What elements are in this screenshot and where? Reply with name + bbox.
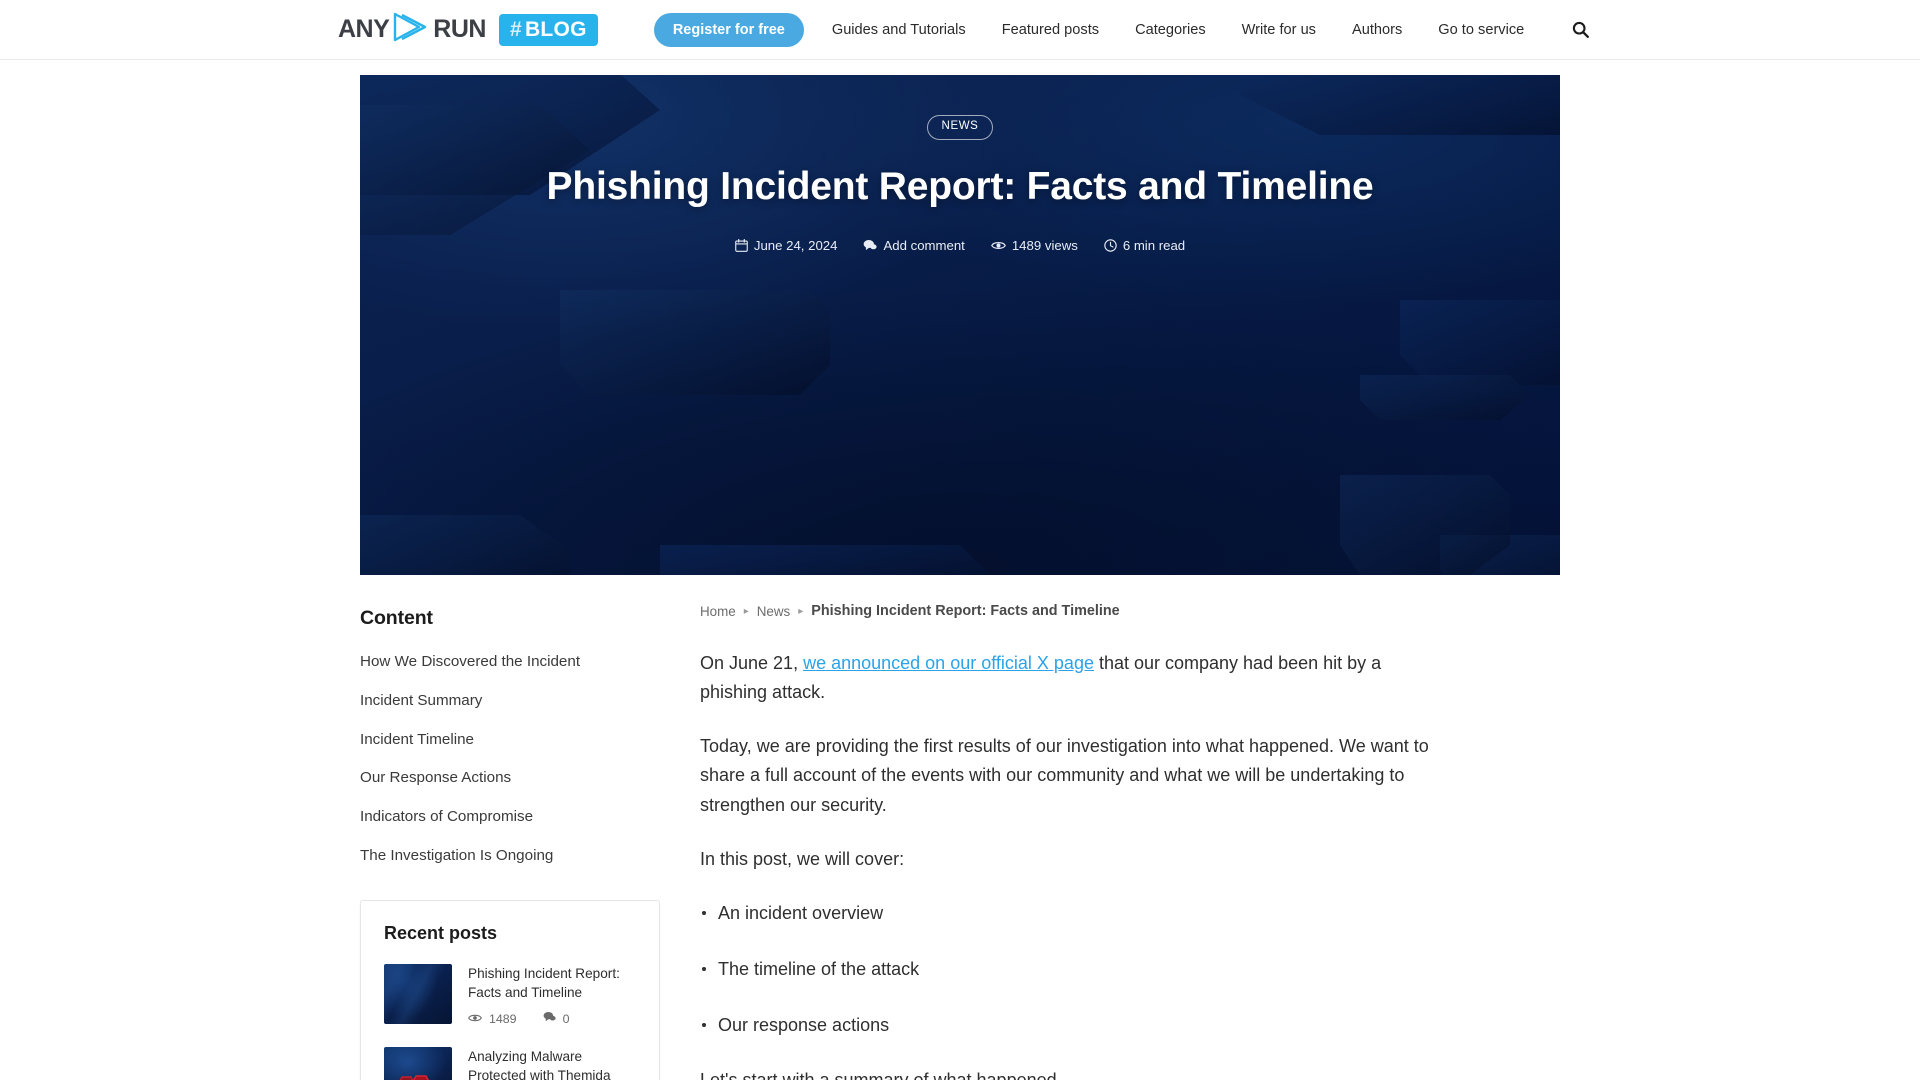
page-content-wrapper: Content How We Discovered the Incident I… xyxy=(360,575,1560,1080)
list-item: Incident Timeline xyxy=(360,730,660,750)
recent-posts-title: Recent posts xyxy=(384,922,498,943)
nav-item-categories[interactable]: Categories xyxy=(1135,16,1206,44)
list-item: The timeline of the attack xyxy=(700,955,1560,984)
breadcrumb-current: Phishing Incident Report: Facts and Time… xyxy=(811,603,1120,619)
clock-icon xyxy=(1104,238,1117,252)
post-views: 1489 views xyxy=(990,237,1078,253)
post-thumbnail[interactable] xyxy=(384,1047,452,1080)
sidebar: Content How We Discovered the Incident I… xyxy=(360,601,660,1080)
list-item: How We Discovered the Incident xyxy=(360,652,660,672)
post-meta-bar: June 24, 2024 Add comment 1489 views 6 m… xyxy=(360,238,1560,253)
nav-item-featured-posts[interactable]: Featured posts xyxy=(1002,16,1099,44)
chevron-right-icon: ▸ xyxy=(798,605,804,617)
post-read-time: 6 min read xyxy=(1104,238,1185,253)
recent-posts-widget: Recent posts Phishing Incident Report: F… xyxy=(360,899,660,1080)
recent-post-title[interactable]: Analyzing Malware Protected with Themida… xyxy=(468,1047,636,1080)
main-navigation: Register for free Guides and Tutorials F… xyxy=(653,12,1593,47)
table-of-contents: How We Discovered the Incident Incident … xyxy=(360,652,660,866)
list-item: Indicators of Compromise xyxy=(360,807,660,827)
list-item: Our response actions xyxy=(700,1011,1560,1040)
article-bullet-list: An incident overview The timeline of the… xyxy=(700,899,1560,1039)
list-item[interactable]: Phishing Incident Report: Facts and Time… xyxy=(384,963,636,1027)
article-paragraph-4: Let's start with a summary of what happe… xyxy=(700,1066,1430,1080)
recent-post-meta: 1489 0 xyxy=(468,1011,636,1026)
comment-bubble-icon xyxy=(863,239,878,252)
site-logo[interactable]: ANY RUN # BLOG xyxy=(338,12,598,47)
post-date-label: June 24, 2024 xyxy=(753,237,838,253)
logo-text-run: RUN xyxy=(433,15,486,43)
blog-badge[interactable]: # BLOG xyxy=(498,13,598,46)
eye-icon xyxy=(468,1012,482,1026)
eye-icon xyxy=(990,240,1006,251)
recent-post-views-count: 1489 xyxy=(489,1011,517,1026)
post-views-label: 1489 views xyxy=(1011,237,1078,253)
post-date: June 24, 2024 xyxy=(735,237,838,253)
post-read-time-label: 6 min read xyxy=(1122,237,1186,253)
article-paragraph-3: In this post, we will cover: xyxy=(700,848,905,869)
post-thumbnail[interactable] xyxy=(384,963,452,1024)
breadcrumb: Home ▸ News ▸ Phishing Incident Report: … xyxy=(700,603,1560,619)
play-triangle-icon xyxy=(391,12,431,47)
toc-link-the-investigation-is-ongoing[interactable]: The Investigation Is Ongoing xyxy=(360,847,553,864)
nav-item-authors[interactable]: Authors xyxy=(1352,16,1402,44)
list-item: Incident Summary xyxy=(360,691,660,711)
recent-post-comments: 0 xyxy=(543,1011,570,1026)
site-header: ANY RUN # BLOG Register for free Guides a… xyxy=(0,0,1920,60)
add-comment-action[interactable]: Add comment xyxy=(863,237,965,253)
list-item[interactable]: Analyzing Malware Protected with Themida… xyxy=(384,1047,636,1080)
main-content: Home ▸ News ▸ Phishing Incident Report: … xyxy=(700,601,1560,1080)
list-item: The Investigation Is Ongoing xyxy=(360,846,660,866)
search-icon[interactable] xyxy=(1568,17,1593,42)
chevron-right-icon: ▸ xyxy=(743,605,749,617)
breadcrumb-home[interactable]: Home xyxy=(700,604,736,619)
toc-link-indicators-of-compromise[interactable]: Indicators of Compromise xyxy=(360,808,533,825)
toc-link-incident-summary[interactable]: Incident Summary xyxy=(360,692,482,709)
article-body: On June 21, we announced on our official… xyxy=(700,649,1560,1080)
category-badge-news[interactable]: NEWS xyxy=(926,115,994,140)
recent-post-title[interactable]: Phishing Incident Report: Facts and Time… xyxy=(468,964,636,1003)
anyrun-wordmark[interactable]: ANY RUN xyxy=(338,12,486,47)
hero-banner: NEWS Phishing Incident Report: Facts and… xyxy=(360,75,1560,575)
logo-text-any: ANY xyxy=(338,15,390,43)
nav-item-guides-and-tutorials[interactable]: Guides and Tutorials xyxy=(832,16,966,44)
register-for-free-button[interactable]: Register for free xyxy=(653,12,804,47)
hash-symbol: # xyxy=(509,17,522,41)
toc-link-incident-timeline[interactable]: Incident Timeline xyxy=(360,731,474,748)
toc-link-how-we-discovered-the-incident[interactable]: How We Discovered the Incident xyxy=(360,653,580,670)
comment-bubble-icon xyxy=(543,1011,556,1026)
recent-post-views: 1489 xyxy=(468,1012,517,1026)
toc-link-our-response-actions[interactable]: Our Response Actions xyxy=(360,769,511,786)
list-item: An incident overview xyxy=(700,899,1560,928)
breadcrumb-news[interactable]: News xyxy=(757,604,790,619)
nav-item-go-to-service[interactable]: Go to service xyxy=(1438,16,1524,44)
article-paragraph-2: Today, we are providing the first result… xyxy=(700,736,1429,815)
hexagon-shield-icon xyxy=(390,1074,436,1080)
blog-badge-label: BLOG xyxy=(524,17,587,41)
article-paragraph-1: On June 21, we announced on our official… xyxy=(700,649,1430,707)
nav-item-write-for-us[interactable]: Write for us xyxy=(1242,16,1316,44)
add-comment-label: Add comment xyxy=(883,237,965,253)
calendar-icon xyxy=(735,238,748,252)
list-item: Our Response Actions xyxy=(360,768,660,788)
recent-post-comments-count: 0 xyxy=(562,1011,570,1026)
page-title: Phishing Incident Report: Facts and Time… xyxy=(546,164,1374,208)
paragraph-1-prefix: On June 21, xyxy=(700,653,804,673)
content-widget-title: Content xyxy=(360,607,433,629)
x-page-announcement-link[interactable]: we announced on our official X page xyxy=(803,653,1094,673)
